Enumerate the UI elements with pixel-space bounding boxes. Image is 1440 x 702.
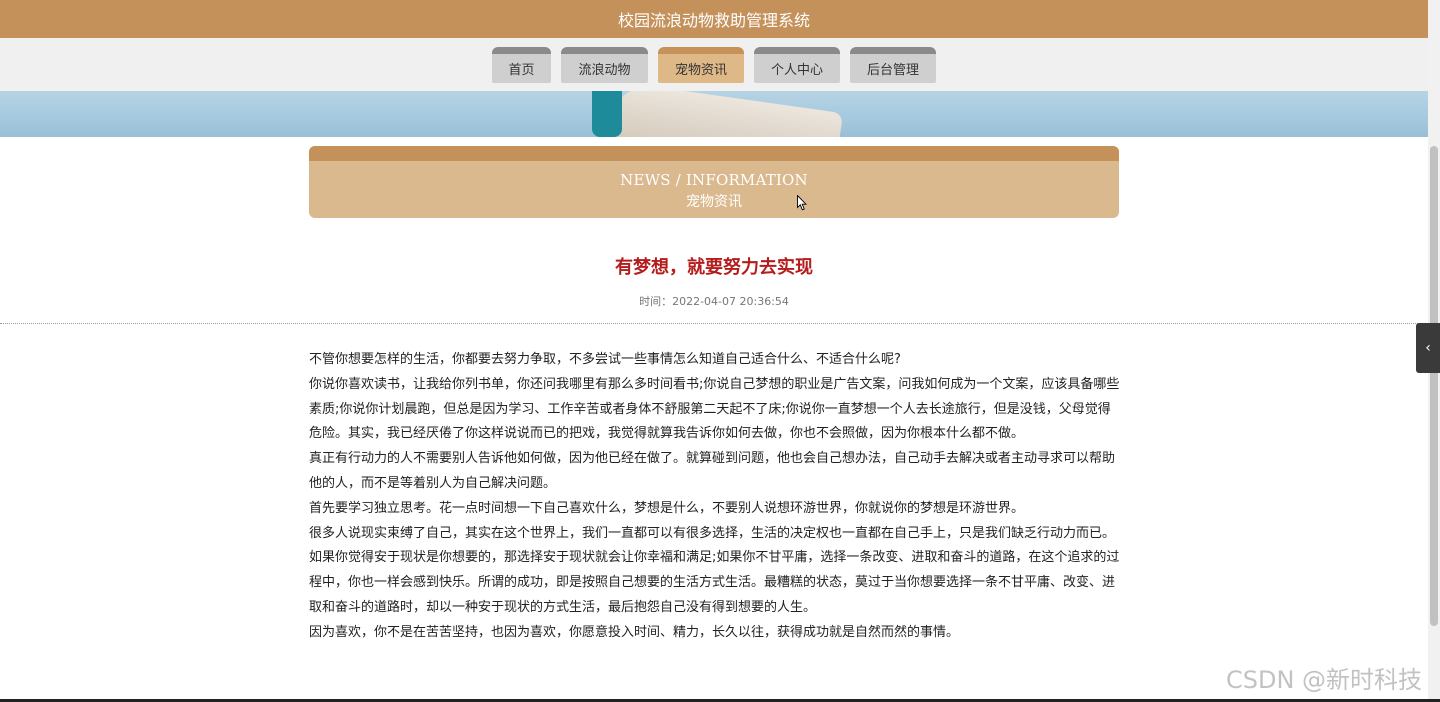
watermark: CSDN @新时科技 xyxy=(1226,666,1423,694)
banner-driftwood xyxy=(606,91,844,137)
nav-tab-pet-news[interactable]: 宠物资讯 xyxy=(658,47,744,83)
article-timestamp: 时间：2022-04-07 20:36:54 xyxy=(0,293,1428,309)
time-value: 2022-04-07 20:36:54 xyxy=(672,295,789,308)
scrollbar-thumb[interactable] xyxy=(1430,146,1438,626)
side-panel-toggle[interactable]: ‹ xyxy=(1416,323,1440,373)
main-nav: 首页 流浪动物 宠物资讯 个人中心 后台管理 xyxy=(0,38,1428,91)
article-title: 有梦想，就要努力去实现 xyxy=(615,257,813,278)
app-header: 校园流浪动物救助管理系统 xyxy=(0,0,1428,38)
article-paragraph: 很多人说现实束缚了自己，其实在这个世界上，我们一直都可以有很多选择，生活的决定权… xyxy=(309,525,1116,541)
banner-scarf xyxy=(592,91,622,137)
hero-banner xyxy=(0,91,1428,137)
time-label: 时间： xyxy=(639,295,673,308)
nav-tab-personal-center[interactable]: 个人中心 xyxy=(754,47,840,83)
section-title-cn: 宠物资讯 xyxy=(686,194,742,210)
article-paragraph: 因为喜欢，你不是在苦苦坚持，也因为喜欢，你愿意投入时间、精力，长久以往，获得成功… xyxy=(309,624,960,640)
app-title: 校园流浪动物救助管理系统 xyxy=(617,11,810,30)
article-paragraph: 真正有行动力的人不需要别人告诉他如何做，因为他已经在做了。就算碰到问题，他也会自… xyxy=(309,451,1116,491)
article-paragraph: 首先要学习独立思考。花一点时间想一下自己喜欢什么，梦想是什么，不要别人说想环游世… xyxy=(309,500,1025,516)
nav-tab-home[interactable]: 首页 xyxy=(492,47,551,83)
dotted-divider xyxy=(0,323,1428,324)
section-title-en: NEWS / INFORMATION xyxy=(620,171,808,189)
mouse-pointer-icon xyxy=(797,195,807,211)
nav-tab-admin[interactable]: 后台管理 xyxy=(850,47,936,83)
section-header-strip xyxy=(309,146,1119,161)
article-paragraph: 你说你喜欢读书，让我给你列书单，你还问我哪里有那么多时间看书;你说自己梦想的职业… xyxy=(309,376,1120,442)
article-paragraph: 不管你想要怎样的生活，你都要去努力争取，不多尝试一些事情怎么知道自己适合什么、不… xyxy=(309,352,901,367)
article-body: 不管你想要怎样的生活，你都要去努力争取，不多尝试一些事情怎么知道自己适合什么、不… xyxy=(309,348,1121,646)
article-paragraph: 如果你觉得安于现状是你想要的，那选择安于现状就会让你幸福和满足;如果你不甘平庸，… xyxy=(309,550,1120,615)
chevron-left-icon: ‹ xyxy=(1425,340,1431,356)
nav-tab-stray-animals[interactable]: 流浪动物 xyxy=(561,47,648,83)
section-header: NEWS / INFORMATION 宠物资讯 xyxy=(309,146,1119,218)
